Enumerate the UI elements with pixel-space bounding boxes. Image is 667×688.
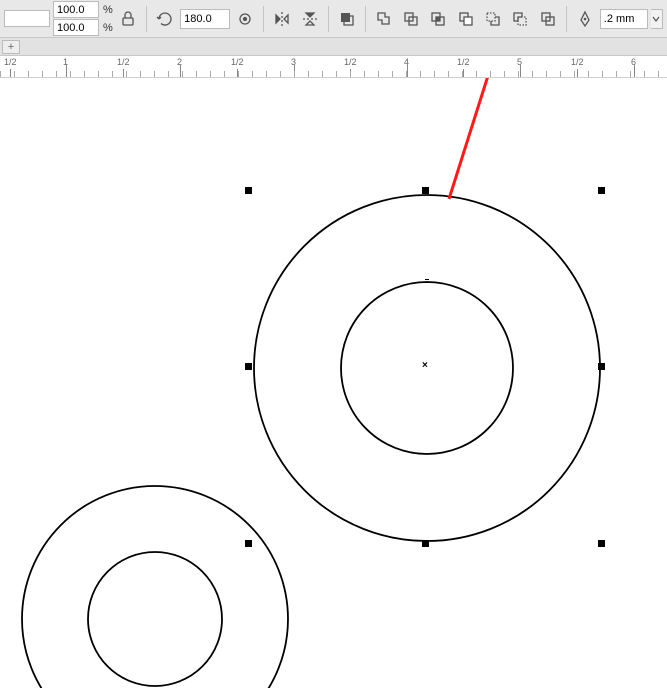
divider	[566, 6, 567, 32]
scale-x-input[interactable]	[53, 1, 99, 18]
rotation-center-button[interactable]	[233, 5, 257, 33]
trim-icon	[402, 10, 420, 28]
selection-center[interactable]: ×	[422, 360, 428, 371]
property-bar: % %	[0, 0, 667, 38]
simplify-icon	[457, 10, 475, 28]
weld-icon	[375, 10, 393, 28]
mirror-h-icon	[273, 10, 291, 28]
rotation-input[interactable]	[180, 9, 230, 29]
lock-icon	[119, 10, 137, 28]
mirror-v-icon	[301, 10, 319, 28]
scale-x-unit: %	[101, 1, 113, 18]
reset-rotation-button[interactable]	[153, 5, 177, 33]
scale-y-input[interactable]	[53, 19, 99, 36]
divider	[328, 6, 329, 32]
divider	[365, 6, 366, 32]
weld-button[interactable]	[372, 5, 396, 33]
scale-group: % %	[53, 1, 113, 36]
trim-button[interactable]	[399, 5, 423, 33]
position-x-input[interactable]	[4, 10, 50, 27]
canvas-svg	[0, 78, 667, 688]
boundary-button[interactable]	[535, 5, 559, 33]
back-minus-front-icon	[511, 10, 529, 28]
order-button[interactable]	[335, 5, 359, 33]
node-marker	[425, 279, 429, 283]
selection-handle[interactable]	[245, 540, 252, 547]
position-group	[4, 10, 50, 27]
drawing-canvas[interactable]: ×	[0, 78, 667, 688]
caret-down-icon	[652, 15, 660, 23]
selection-handle[interactable]	[598, 363, 605, 370]
outline-pen-button[interactable]	[573, 5, 597, 33]
intersect-icon	[429, 10, 447, 28]
lock-ratio-button[interactable]	[116, 5, 140, 33]
back-minus-front-button[interactable]	[508, 5, 532, 33]
rotation-center-icon	[236, 10, 254, 28]
selection-handle[interactable]	[422, 540, 429, 547]
horizontal-ruler: 1234561/21/21/21/21/21/2	[0, 56, 667, 78]
pen-nib-icon	[576, 10, 594, 28]
simplify-button[interactable]	[454, 5, 478, 33]
tab-strip: +	[0, 38, 667, 56]
rotate-reset-icon	[156, 10, 174, 28]
order-icon	[338, 10, 356, 28]
outline-width-input[interactable]	[600, 9, 648, 29]
selection-handle[interactable]	[422, 187, 429, 194]
front-minus-back-button[interactable]	[481, 5, 505, 33]
selection-handle[interactable]	[245, 187, 252, 194]
divider	[146, 6, 147, 32]
selection-handle[interactable]	[598, 540, 605, 547]
mirror-vertical-button[interactable]	[298, 5, 322, 33]
scale-y-unit: %	[101, 19, 113, 36]
add-tab-button[interactable]: +	[2, 40, 20, 54]
outline-width-dropdown[interactable]	[651, 9, 663, 29]
divider	[263, 6, 264, 32]
boundary-icon	[539, 10, 557, 28]
selection-handle[interactable]	[598, 187, 605, 194]
intersect-button[interactable]	[426, 5, 450, 33]
selection-handle[interactable]	[245, 363, 252, 370]
front-minus-back-icon	[484, 10, 502, 28]
mirror-horizontal-button[interactable]	[270, 5, 294, 33]
